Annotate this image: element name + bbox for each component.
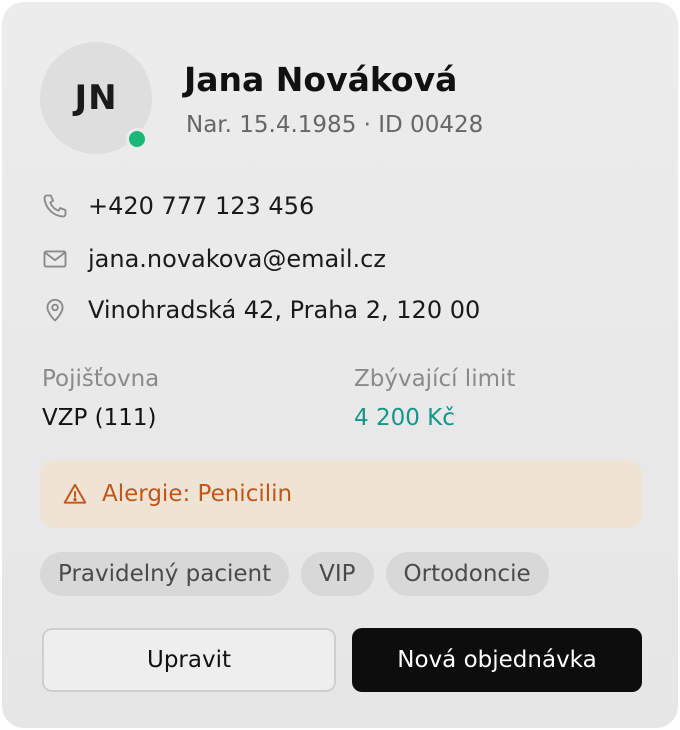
remaining-limit-value: 4 200 Kč	[354, 405, 455, 431]
address: Vinohradská 42, Praha 2, 120 00	[88, 296, 481, 324]
insurance-value: VZP (111)	[42, 405, 157, 431]
location-pin-icon	[40, 295, 70, 325]
tag-orthodontics[interactable]: Ortodoncie	[385, 552, 549, 596]
phone-number: +420 777 123 456	[88, 192, 315, 220]
edit-button[interactable]: Upravit	[42, 628, 336, 692]
patient-card: JN Jana Nováková Nar. 15.4.1985 · ID 004…	[2, 2, 678, 728]
tag-list: Pravidelný pacient VIP Ortodoncie	[40, 552, 549, 596]
contact-email-row[interactable]: jana.novakova@email.cz	[40, 239, 386, 279]
insurance-label: Pojišťovna	[42, 366, 160, 392]
tag-vip[interactable]: VIP	[301, 552, 374, 596]
avatar-initials: JN	[74, 78, 118, 118]
new-order-button-label: Nová objednávka	[397, 647, 597, 673]
tag-regular-patient[interactable]: Pravidelný pacient	[40, 552, 290, 596]
email-address: jana.novakova@email.cz	[88, 245, 386, 273]
online-status-dot	[126, 128, 148, 150]
mail-icon	[40, 244, 70, 274]
contact-address-row[interactable]: Vinohradská 42, Praha 2, 120 00	[40, 290, 480, 330]
allergy-text: Alergie: Penicilin	[102, 481, 293, 507]
edit-button-label: Upravit	[146, 647, 231, 673]
remaining-limit-label: Zbývající limit	[354, 366, 516, 392]
phone-icon	[40, 191, 70, 221]
patient-name: Jana Nováková	[184, 60, 458, 99]
allergy-alert: Alergie: Penicilin	[40, 460, 642, 528]
contact-phone-row[interactable]: +420 777 123 456	[40, 186, 314, 226]
warning-icon	[62, 481, 88, 507]
new-order-button[interactable]: Nová objednávka	[352, 628, 642, 692]
patient-meta: Nar. 15.4.1985 · ID 00428	[186, 112, 484, 138]
